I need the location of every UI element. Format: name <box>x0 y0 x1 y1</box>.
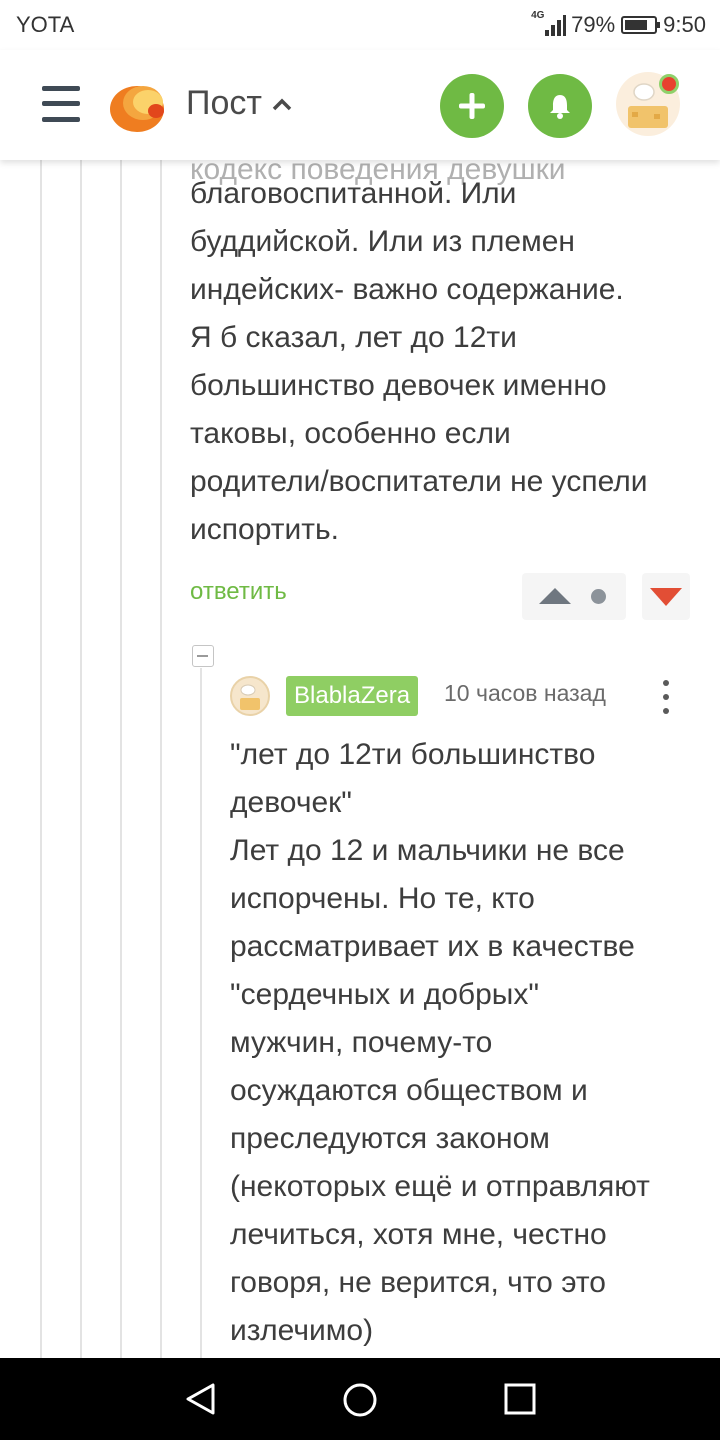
comment-line: (некоторых ещё и отправляют <box>230 1170 650 1203</box>
comment-line: излечимо) <box>230 1314 374 1347</box>
clock: 9:50 <box>663 12 706 37</box>
battery-icon <box>621 16 661 34</box>
comment-line: рассматривает их в качестве <box>230 930 635 963</box>
reply-button[interactable]: ответить <box>190 578 287 606</box>
comment-line: Лет до 12 и мальчики не все <box>230 834 625 867</box>
rating-dot <box>591 589 606 604</box>
bell-icon <box>550 95 570 119</box>
comment-line: таковы, особенно если <box>190 417 511 450</box>
battery-level <box>625 20 648 30</box>
comment-line: девочек" <box>230 786 352 819</box>
network-type: 4G <box>531 10 545 21</box>
comment-line: преследуются законом <box>230 1122 550 1155</box>
author-name[interactable]: BlablaZera <box>286 676 419 716</box>
battery-percent: 79% <box>571 12 616 37</box>
comment-line: говоря, не верится, что это <box>230 1266 606 1299</box>
thread-line <box>40 160 42 1358</box>
downvote-arrow-icon <box>650 588 682 606</box>
comment-line: благовоспитанной. Или <box>190 177 517 210</box>
comment-line: Я б сказал, лет до 12ти <box>190 321 517 354</box>
chevron-up-icon <box>272 98 292 110</box>
comment-line: буддийской. Или из племен <box>190 225 575 258</box>
status-bar: YOTA 4G 79% 9:50 <box>0 0 720 50</box>
comment-time: 10 часов назад <box>444 680 606 706</box>
author-avatar-image <box>240 684 260 710</box>
page-title-text: Пост <box>186 84 262 122</box>
reply-comment-body: "лет до 12ти большинство девочек" Лет до… <box>230 731 650 1355</box>
comment-line: индейских- важно содержание. <box>190 273 624 306</box>
more-options-icon[interactable] <box>660 680 672 714</box>
home-icon[interactable] <box>342 1382 378 1418</box>
collapse-thread-button[interactable] <box>192 645 214 667</box>
system-nav-bar <box>0 1358 720 1440</box>
carrier-name: YOTA <box>16 12 75 37</box>
comment-line: родители/воспитатели не успели <box>190 465 648 498</box>
back-icon[interactable] <box>183 1382 217 1416</box>
thread-line <box>120 160 122 1358</box>
signal-icon: 4G <box>531 10 567 38</box>
upvote-arrow-icon[interactable] <box>538 587 572 605</box>
page-title[interactable]: Пост <box>186 84 292 123</box>
comment-line: испорчены. Но те, кто <box>230 882 535 915</box>
status-indicators: 4G 79% 9:50 <box>531 10 706 40</box>
author-avatar[interactable] <box>230 676 270 716</box>
app-header: Пост <box>0 50 720 160</box>
thread-line <box>80 160 82 1358</box>
pikabu-logo[interactable] <box>108 78 168 134</box>
notification-dot <box>659 74 679 94</box>
parent-comment-body: благовоспитанной. Или буддийской. Или из… <box>190 170 648 554</box>
comment-line: лечиться, хотя мне, честно <box>230 1218 607 1251</box>
recent-apps-icon[interactable] <box>504 1383 536 1415</box>
vote-box <box>522 573 626 620</box>
thread-line <box>160 160 162 1358</box>
comment-line: "сердечных и добрых" <box>230 978 539 1011</box>
comment-line: большинство девочек именно <box>190 369 607 402</box>
notifications-button[interactable] <box>528 74 592 138</box>
comment-line: "лет до 12ти большинство <box>230 738 596 771</box>
thread-line <box>200 668 202 1358</box>
downvote-button[interactable] <box>642 573 690 620</box>
add-post-button[interactable] <box>440 74 504 138</box>
comment-line: осуждаются обществом и <box>230 1074 588 1107</box>
hamburger-icon[interactable] <box>42 86 80 122</box>
plus-icon <box>459 93 485 119</box>
comment-line: испортить. <box>190 513 339 546</box>
comment-line: мужчин, почему-то <box>230 1026 493 1059</box>
